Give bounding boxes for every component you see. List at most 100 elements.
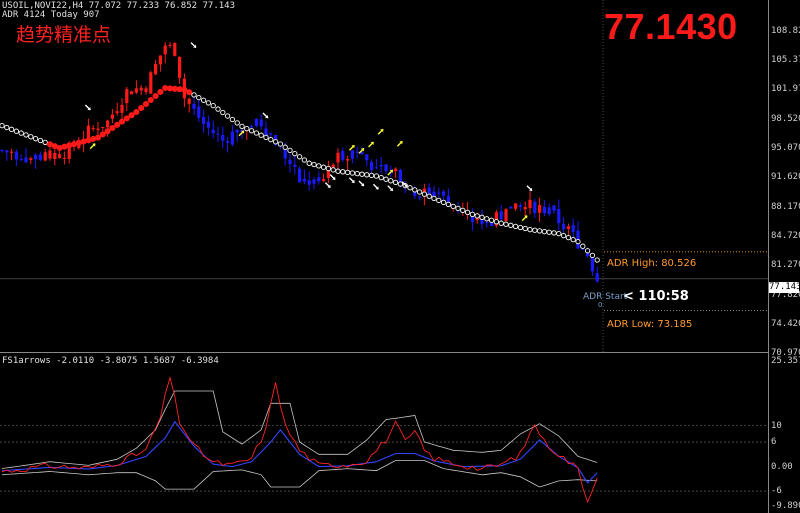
candle — [43, 148, 47, 162]
candle — [24, 148, 28, 164]
candle — [130, 90, 134, 95]
trail-dot — [436, 197, 442, 204]
indicator-upper-band — [1, 390, 598, 469]
candle — [394, 167, 398, 178]
candle — [134, 80, 138, 95]
indicator-red-line — [1, 376, 598, 504]
candle — [173, 42, 177, 57]
candle — [533, 198, 537, 219]
trail-dot — [147, 96, 154, 104]
trail-dot — [565, 234, 572, 241]
trail-dot — [196, 94, 202, 101]
candle — [528, 191, 532, 215]
candle — [10, 148, 14, 161]
candle — [317, 171, 321, 185]
signal-arrow — [84, 104, 91, 111]
trail-dot — [4, 124, 10, 131]
indicator-blue-line — [1, 420, 598, 484]
trail-dot — [508, 222, 514, 228]
candle — [62, 151, 66, 165]
trail-dot — [37, 137, 44, 144]
adr-start-sub: 0 — [598, 301, 603, 309]
chinese-title: 趋势精准点 — [16, 24, 112, 46]
candle — [19, 154, 23, 162]
signal-arrow — [348, 144, 355, 151]
trail-dot — [484, 216, 490, 222]
trail-dot — [316, 163, 322, 169]
trail-dot — [210, 102, 216, 109]
trail-dot — [450, 203, 456, 210]
trail-dot — [546, 229, 552, 235]
trail-dot — [378, 174, 384, 181]
big-price: 77.1430 — [604, 6, 738, 47]
adr-info-line: ADR 4124 Today 907 — [2, 10, 100, 20]
trail-dot — [532, 227, 538, 233]
trail-dot — [306, 160, 312, 166]
candle — [374, 159, 378, 170]
candle — [494, 209, 498, 228]
candle — [91, 124, 95, 132]
candle — [254, 118, 258, 128]
candle — [379, 156, 383, 174]
trail-dot — [200, 97, 207, 103]
trail-dot — [580, 243, 586, 249]
candle — [499, 205, 503, 224]
signal-arrow — [387, 185, 394, 192]
trail-dot — [118, 118, 126, 125]
candle — [259, 114, 263, 130]
trail-dot — [503, 221, 509, 227]
candle — [562, 217, 566, 235]
trail-dot — [426, 193, 432, 199]
chart-window: USOIL,NOVI22,H4 77.072 77.233 76.852 77.… — [0, 0, 800, 513]
signal-arrow — [521, 215, 528, 222]
candle — [235, 129, 239, 142]
trail-dot — [440, 199, 447, 206]
trail-dot — [359, 171, 365, 177]
candle — [418, 195, 422, 201]
candle — [307, 171, 311, 191]
trail-dot — [560, 232, 567, 239]
trail-dot — [272, 139, 279, 145]
trail-dot — [383, 176, 389, 182]
candle — [202, 109, 206, 133]
signal-arrow — [368, 141, 375, 148]
trail-dot — [325, 165, 332, 172]
price-tick: 105.370 — [771, 55, 800, 65]
price-tick: 88.170 — [771, 201, 800, 212]
indicator-tick: -9.8902 — [771, 501, 800, 511]
price-candles — [0, 42, 599, 283]
candle — [48, 145, 52, 161]
candle — [595, 266, 599, 283]
candle — [298, 166, 302, 184]
indicator-tick: 6 — [771, 437, 777, 448]
candle — [547, 203, 551, 217]
indicator-tick: 10 — [771, 420, 782, 431]
adr-start-label: ADR Start — [583, 292, 628, 302]
signal-arrow — [324, 182, 331, 189]
trail-dot — [191, 92, 197, 98]
trail-dot — [301, 157, 308, 163]
candle — [14, 149, 18, 166]
candle — [322, 173, 326, 183]
trail-dot — [455, 205, 461, 212]
candle — [302, 169, 306, 185]
signal-arrow — [526, 185, 533, 192]
trail-dot — [479, 214, 485, 220]
trail-dot — [575, 238, 581, 245]
candle — [101, 126, 105, 132]
trail-dot — [469, 211, 476, 218]
trail-dot — [292, 150, 298, 157]
trail-dot — [412, 187, 418, 193]
adr-low-label: ADR Low: 73.185 — [607, 319, 693, 330]
trail-dot — [205, 100, 212, 106]
candle — [5, 149, 9, 161]
trail-dot — [320, 164, 327, 170]
trail-dot — [287, 147, 293, 154]
candle — [144, 86, 148, 95]
candle — [538, 197, 542, 223]
trail-dot — [18, 130, 24, 136]
trail-dot — [594, 257, 600, 263]
trail-dot — [123, 115, 130, 122]
trail-dot — [13, 128, 20, 134]
candle — [149, 70, 153, 94]
